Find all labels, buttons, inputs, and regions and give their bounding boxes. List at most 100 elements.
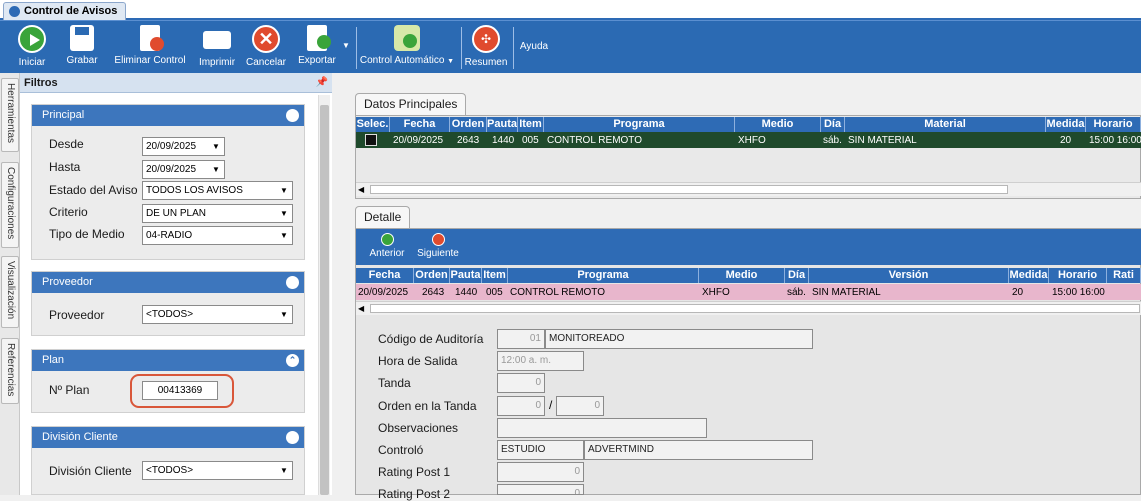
toolbar-separator — [461, 27, 462, 69]
hora-salida-input[interactable]: 12:00 a. m. — [497, 351, 584, 371]
anterior-button[interactable]: Anterior — [366, 233, 408, 259]
pin-icon[interactable]: 📌 — [316, 73, 328, 93]
column-header[interactable]: Fecha — [390, 117, 450, 132]
codigo-auditoria-number[interactable]: 01 — [497, 329, 545, 349]
division-cliente-group-header[interactable]: División Cliente — [32, 427, 304, 448]
siguiente-button[interactable]: Siguiente — [414, 233, 462, 259]
tab-referencias[interactable]: Referencias — [1, 338, 19, 404]
imprimir-button[interactable]: Imprimir — [195, 25, 239, 71]
highlight-annotation — [130, 374, 234, 408]
collapse-up-icon[interactable]: ⌃ — [286, 354, 299, 367]
principal-group-header[interactable]: Principal — [32, 105, 304, 126]
column-header[interactable]: Item — [518, 117, 544, 132]
column-header[interactable]: Pauta — [450, 268, 482, 283]
plan-group-header[interactable]: Plan ⌃ — [32, 350, 304, 371]
division-cliente-group: División Cliente División Cliente <TODOS… — [31, 426, 305, 495]
resumen-button[interactable]: ✣ Resumen — [463, 25, 509, 71]
summary-icon: ✣ — [472, 25, 500, 53]
filtros-scrollbar-thumb[interactable] — [320, 105, 329, 495]
collapse-icon[interactable] — [286, 431, 299, 444]
column-header[interactable]: Medida — [1046, 117, 1086, 132]
column-header[interactable]: Orden — [450, 117, 487, 132]
scrollbar-thumb[interactable] — [370, 304, 1140, 313]
tab-herramientas[interactable]: Herramientas — [1, 78, 19, 152]
detalle-hscroll[interactable]: ◀ — [356, 301, 1141, 315]
codigo-auditoria-text[interactable]: MONITOREADO — [545, 329, 813, 349]
collapse-icon[interactable] — [286, 276, 299, 289]
window-title-bar: Control de Avisos — [0, 0, 1141, 20]
column-header[interactable]: Pauta — [487, 117, 518, 132]
auto-control-icon — [394, 25, 420, 51]
controlo-input[interactable]: ESTUDIO — [497, 440, 584, 460]
orden-tanda-total-input[interactable]: 0 — [556, 396, 604, 416]
dropdown-arrow-icon: ▼ — [212, 165, 220, 174]
iniciar-button[interactable]: Iniciar — [13, 25, 51, 71]
tab-datos-principales[interactable]: Datos Principales — [355, 93, 467, 115]
observaciones-input[interactable] — [497, 418, 707, 438]
tipo-medio-select[interactable]: 04-RADIO ▼ — [142, 226, 293, 245]
column-header[interactable]: Fecha — [356, 268, 414, 283]
scroll-left-icon[interactable]: ◀ — [358, 304, 364, 313]
eliminar-control-button[interactable]: Eliminar Control — [112, 25, 188, 71]
column-header[interactable]: Programa — [508, 268, 699, 283]
next-icon — [431, 233, 445, 246]
window-tab[interactable]: Control de Avisos — [3, 2, 127, 20]
column-header[interactable]: Orden — [414, 268, 450, 283]
exportar-button[interactable]: Exportar — [293, 25, 341, 71]
detalle-toolbar — [356, 229, 1141, 265]
column-header[interactable]: Programa — [544, 117, 735, 132]
proveedor-group: Proveedor Proveedor <TODOS> ▼ — [31, 271, 305, 336]
window-title: Control de Avisos — [24, 5, 118, 17]
cancelar-button[interactable]: ✕ Cancelar — [244, 25, 288, 71]
cancel-icon: ✕ — [252, 25, 280, 53]
tab-visualizacion[interactable]: Visualización — [1, 256, 19, 328]
play-icon — [18, 25, 46, 53]
dropdown-arrow-icon: ▼ — [212, 142, 220, 151]
control-automatico-button[interactable]: Control Automático ▼ — [357, 25, 457, 71]
controlo-name-input[interactable]: ADVERTMIND — [584, 440, 813, 460]
save-icon — [70, 25, 94, 51]
column-header[interactable]: Medida — [1009, 268, 1049, 283]
row-select-checkbox[interactable] — [365, 134, 377, 146]
desde-date-picker[interactable]: 20/09/2025 ▼ — [142, 137, 225, 156]
division-cliente-select[interactable]: <TODOS> ▼ — [142, 461, 293, 480]
orden-separator: / — [549, 398, 553, 412]
criterio-select[interactable]: DE UN PLAN ▼ — [142, 204, 293, 223]
column-header[interactable]: Día — [785, 268, 809, 283]
dropdown-arrow-icon: ▼ — [280, 231, 288, 240]
column-header[interactable]: Selec. — [356, 117, 390, 132]
side-tabs: Herramientas Configuraciones Visualizaci… — [0, 73, 20, 495]
dropdown-arrow-icon: ▼ — [280, 186, 288, 195]
dropdown-arrow-icon: ▼ — [280, 209, 288, 218]
column-header[interactable]: Horario — [1086, 117, 1141, 132]
column-header[interactable]: Medio — [735, 117, 821, 132]
datos-principales-hscroll[interactable]: ◀ — [356, 182, 1141, 196]
column-header[interactable]: Versión — [809, 268, 1009, 283]
hasta-date-picker[interactable]: 20/09/2025 ▼ — [142, 160, 225, 179]
orden-tanda-input[interactable]: 0 — [497, 396, 545, 416]
estado-aviso-select[interactable]: TODOS LOS AVISOS ▼ — [142, 181, 293, 200]
column-header[interactable]: Rati — [1107, 268, 1141, 283]
rating-post-2-input[interactable]: 0 — [497, 484, 584, 495]
tab-detalle[interactable]: Detalle — [355, 206, 411, 228]
tab-configuraciones[interactable]: Configuraciones — [1, 162, 19, 248]
scroll-left-icon[interactable]: ◀ — [358, 185, 364, 194]
scrollbar-thumb[interactable] — [370, 185, 1008, 194]
dropdown-arrow-icon: ▼ — [280, 466, 288, 475]
printer-icon — [203, 31, 231, 49]
column-header[interactable]: Día — [821, 117, 845, 132]
proveedor-select[interactable]: <TODOS> ▼ — [142, 305, 293, 324]
tanda-input[interactable]: 0 — [497, 373, 545, 393]
principal-group: Principal Desde 20/09/2025 ▼ Hasta 20/09/… — [31, 104, 305, 260]
main-toolbar: Iniciar Grabar Eliminar Control Imprimir… — [0, 20, 1141, 73]
app-icon — [9, 6, 20, 17]
chevron-down-icon: ▼ — [447, 58, 455, 65]
proveedor-group-header[interactable]: Proveedor — [32, 272, 304, 293]
collapse-icon[interactable] — [286, 109, 299, 122]
column-header[interactable]: Horario — [1049, 268, 1107, 283]
column-header[interactable]: Item — [482, 268, 508, 283]
column-header[interactable]: Material — [845, 117, 1046, 132]
column-header[interactable]: Medio — [699, 268, 785, 283]
rating-post-1-input[interactable]: 0 — [497, 462, 584, 482]
grabar-button[interactable]: Grabar — [63, 25, 101, 71]
